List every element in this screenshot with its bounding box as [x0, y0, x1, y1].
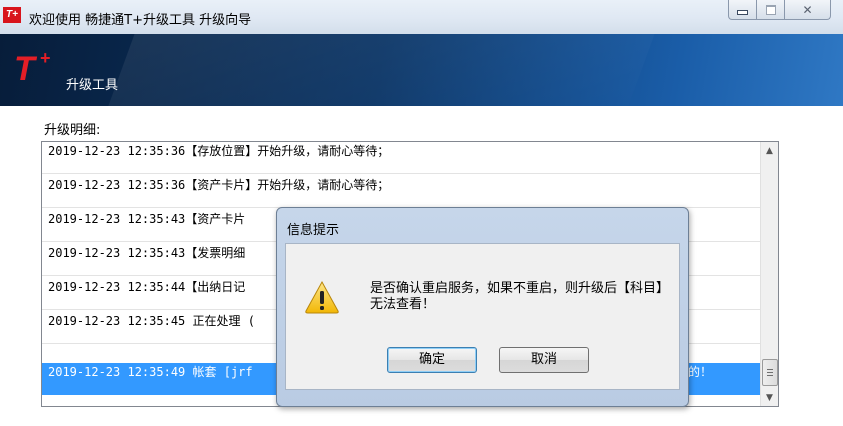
minimize-icon — [737, 10, 748, 15]
log-text: 2019-12-23 12:35:45 正在处理 ( — [48, 314, 255, 328]
section-label: 升级明细: — [44, 123, 101, 138]
dialog-body: 是否确认重启服务，如果不重启，则升级后【科目】无法查看！ 确定 取消 — [285, 243, 680, 390]
scroll-down-icon[interactable]: ▼ — [761, 389, 778, 406]
close-button[interactable]: ✕ — [785, 0, 831, 20]
window-controls: ✕ — [728, 0, 831, 22]
tplus-logo-plus: + — [40, 48, 51, 68]
vertical-scrollbar[interactable]: ▲ ▼ — [760, 142, 778, 406]
app-icon: T+ — [3, 7, 21, 23]
log-text: 2019-12-23 12:35:36【资产卡片】开始升级，请耐心等待； — [48, 178, 390, 192]
banner-decoration — [101, 34, 659, 106]
minimize-button[interactable] — [728, 0, 757, 20]
log-item[interactable]: 2019-12-23 12:35:36【资产卡片】开始升级，请耐心等待； — [42, 176, 760, 208]
header-banner: T + 升级工具 — [0, 34, 843, 106]
log-text: 2019-12-23 12:35:44【出纳日记 — [48, 280, 246, 294]
scroll-thumb[interactable] — [762, 359, 778, 386]
maximize-icon — [765, 4, 776, 15]
log-text-tail: 的！ — [688, 365, 713, 379]
warning-icon — [305, 280, 339, 314]
scroll-up-icon[interactable]: ▲ — [761, 142, 778, 159]
log-text: 2019-12-23 12:35:43【资产卡片 — [48, 212, 246, 226]
log-item[interactable]: 2019-12-23 12:35:36【存放位置】开始升级，请耐心等待； — [42, 142, 760, 174]
banner-title: 升级工具 — [66, 78, 119, 93]
close-icon: ✕ — [802, 2, 813, 17]
log-text: 2019-12-23 12:35:43【发票明细 — [48, 246, 246, 260]
log-text: 2019-12-23 12:35:36【存放位置】开始升级，请耐心等待； — [48, 144, 390, 158]
maximize-button[interactable] — [757, 0, 785, 20]
info-dialog: 信息提示 是否确认重启服务，如果不重启，则升级后【科目】无法查看！ 确定 取消 — [276, 207, 689, 407]
cancel-button[interactable]: 取消 — [499, 347, 589, 373]
tplus-logo: T — [14, 50, 35, 88]
dialog-message: 是否确认重启服务，如果不重启，则升级后【科目】无法查看！ — [370, 281, 670, 312]
title-bar: T+ 欢迎使用 畅捷通T+升级工具 升级向导 ✕ — [0, 0, 843, 34]
log-text: 2019-12-23 12:35:49 帐套 [jrf — [48, 365, 253, 379]
window-title: 欢迎使用 畅捷通T+升级工具 升级向导 — [29, 13, 252, 28]
ok-button[interactable]: 确定 — [387, 347, 477, 373]
dialog-title: 信息提示 — [287, 223, 340, 238]
